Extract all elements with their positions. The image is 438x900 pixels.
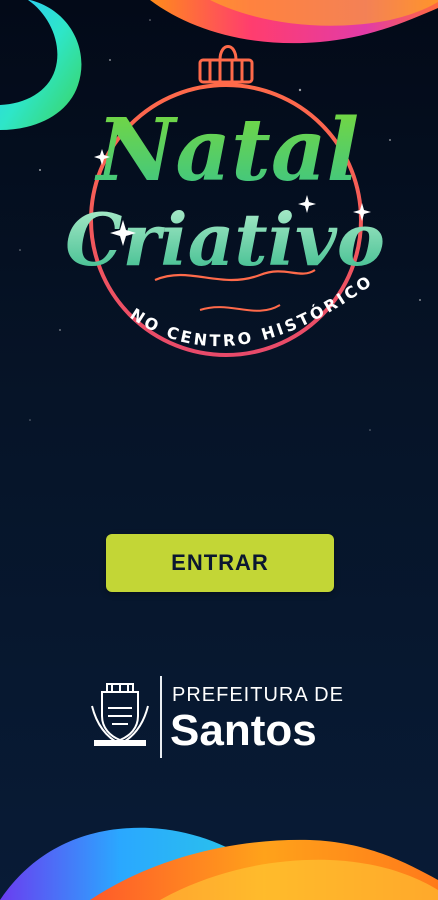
enter-button[interactable]: ENTRAR xyxy=(106,534,334,592)
santos-label: Santos xyxy=(170,706,317,755)
natal-criativo-logo: Natal Criativo NO CENTRO HISTÓRICO xyxy=(60,30,400,390)
prefeitura-label: PREFEITURA DE xyxy=(172,684,344,706)
logo-title-criativo: Criativo xyxy=(65,197,385,282)
logo-title-natal: Natal xyxy=(94,100,359,201)
ornament-cap xyxy=(198,45,254,84)
bottom-ribbon xyxy=(0,827,438,900)
prefeitura-santos-logo: PREFEITURA DE Santos xyxy=(88,676,358,760)
santos-crest-icon xyxy=(91,683,149,746)
logo-divider xyxy=(160,676,162,758)
